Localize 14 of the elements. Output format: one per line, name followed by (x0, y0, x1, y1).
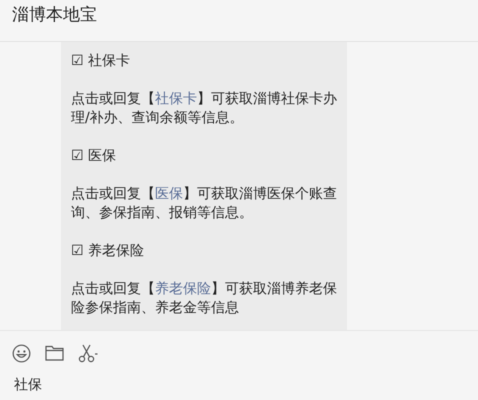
message-text: 点击或回复【社保卡】可获取淄博社保卡办理/补办、查询余额等信息。 (71, 90, 338, 128)
message-text: 点击或回复【医保】可获取淄博医保个账查询、参保指南、报销等信息。 (71, 185, 338, 223)
keyword-link[interactable]: 养老保险 (155, 281, 211, 297)
chat-title: 淄博本地宝 (12, 4, 97, 27)
message-input[interactable]: 社保 (12, 377, 216, 393)
folder-icon[interactable] (45, 345, 64, 361)
menu-item-title: ☑ 医保 (71, 147, 118, 166)
menu-item-title: ☑ 养老保险 (71, 242, 146, 261)
emoji-icon[interactable] (12, 344, 31, 362)
menu-item-title: ☑ 社保卡 (71, 52, 132, 71)
keyword-link[interactable]: 社保卡 (155, 91, 197, 107)
scissors-icon[interactable] (78, 344, 98, 362)
message-text: 点击或回复【养老保险】可获取淄博养老保险参保指南、养老金等信息 (71, 280, 338, 318)
keyword-link[interactable]: 医保 (155, 186, 183, 202)
